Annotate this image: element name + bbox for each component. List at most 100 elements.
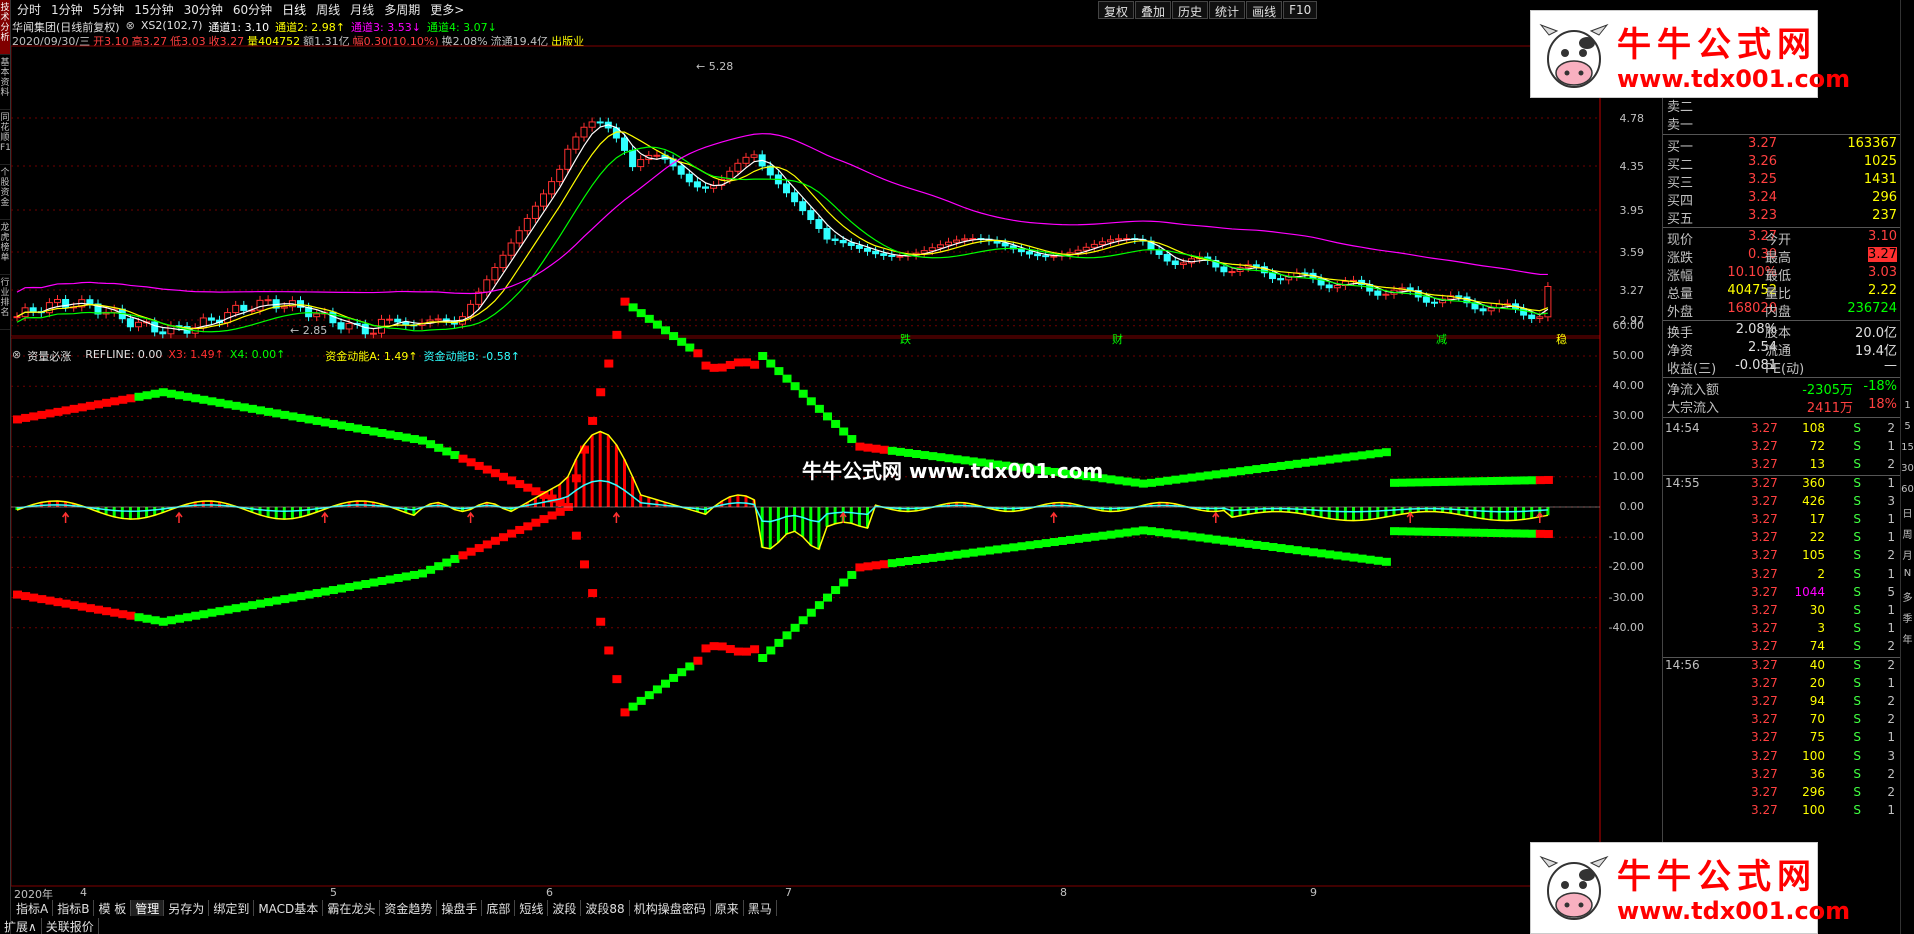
tick-count: 1 (1887, 730, 1895, 745)
watermark-title: 牛牛公式网 (1617, 857, 1817, 897)
indicator-tab-11[interactable]: 短线 (515, 900, 549, 916)
envelope-lower-block (1219, 536, 1229, 545)
tick-price: 3.27 (1751, 584, 1778, 599)
period-side-7[interactable]: 月 (1901, 547, 1914, 565)
envelope-lower-block (790, 623, 800, 632)
tick-volume: 40 (1809, 657, 1825, 672)
envelope-upper-block (806, 397, 816, 406)
period-side-0[interactable]: 1 (1901, 400, 1914, 418)
envelope-upper-block (69, 404, 79, 413)
indicator-tab-7[interactable]: 霸在龙头 (323, 900, 381, 916)
envelope-upper-block (1341, 453, 1351, 462)
extra-tab-1[interactable]: 关联报价 (42, 918, 99, 934)
tick-volume: 22 (1809, 530, 1825, 545)
candle-body (86, 299, 94, 305)
indicator-tab-3[interactable]: 管理 (131, 900, 165, 916)
period-side-3[interactable]: 30 (1901, 463, 1914, 481)
candle-body (961, 238, 969, 241)
envelope-lower-block (434, 562, 444, 571)
indicator-tab-12[interactable]: 波段 (548, 900, 582, 916)
envelope-lower-block (1025, 541, 1035, 550)
candle-body (734, 162, 742, 172)
left-tab-4[interactable]: 龙虎榜单 (0, 220, 10, 275)
indicator-tab-0[interactable]: 指标A (12, 900, 54, 916)
chart-canvas[interactable] (11, 0, 1661, 900)
left-tab-5[interactable]: 行业排名 (0, 275, 10, 330)
tick-price: 3.27 (1751, 694, 1778, 708)
quote-divider (1663, 377, 1901, 378)
stat-value: 2.22 (1868, 283, 1897, 298)
indicator-tab-16[interactable]: 黑马 (744, 900, 777, 916)
envelope-lower-block (831, 586, 841, 595)
candle-body (337, 322, 345, 330)
envelope-lower-block (976, 547, 986, 556)
envelope-upper-block (1203, 471, 1213, 480)
envelope-upper-block (256, 406, 265, 415)
indicator-tab-10[interactable]: 底部 (482, 900, 516, 916)
indicator-tab-9[interactable]: 操盘手 (437, 900, 483, 916)
indicator-tab-6[interactable]: MACD基本 (254, 900, 324, 916)
stat-value: 236724 (1847, 301, 1897, 316)
tick-price: 3.27 (1751, 421, 1778, 435)
candle-body (823, 227, 831, 240)
indicator-tab-5[interactable]: 绑定到 (209, 900, 255, 916)
period-side-6[interactable]: 周 (1901, 526, 1914, 544)
envelope-lower-block (37, 595, 47, 604)
envelope-lower-block (1446, 528, 1456, 537)
indicator-tab-15[interactable]: 原来 (711, 900, 744, 916)
left-tab-2[interactable]: 同花顺F10 (0, 110, 10, 165)
tick-volume: 17 (1809, 512, 1825, 526)
envelope-lower-block (126, 611, 136, 620)
envelope-lower-block (264, 598, 274, 607)
indicator-tab-2[interactable]: 模 板 (94, 900, 132, 916)
envelope-lower-block (61, 599, 71, 608)
period-side-4[interactable]: 60 (1901, 484, 1914, 502)
envelope-upper-block (604, 359, 614, 368)
indicator-tab-4[interactable]: 另存为 (164, 900, 210, 916)
period-side-1[interactable]: 5 (1901, 421, 1914, 439)
envelope-lower-block (904, 557, 913, 566)
right-side-bar: 1 5 15 30 60 日周月 N 多季年 (1900, 0, 1914, 934)
candle-body (1277, 278, 1285, 281)
candle-body (588, 121, 596, 128)
period-side-10[interactable]: 季 (1901, 610, 1914, 628)
tick-volume: 36 (1809, 766, 1825, 781)
candle-body (1544, 286, 1552, 318)
sub-tick-label: -40.00 (1608, 620, 1644, 634)
indicator-tab-1[interactable]: 指标B (53, 900, 95, 916)
envelope-lower-block (1122, 528, 1132, 537)
gear-icon[interactable]: ⊗ (12, 348, 21, 362)
left-tab-0[interactable]: 技术分析 (0, 0, 10, 55)
left-tab-1[interactable]: 基本资料 (0, 55, 10, 110)
envelope-lower-block (1106, 530, 1116, 539)
envelope-upper-block (401, 433, 411, 442)
indicator-tab-13[interactable]: 波段88 (581, 900, 630, 916)
envelope-lower-block (312, 589, 322, 598)
indicator-tab-8[interactable]: 资金趋势 (380, 900, 438, 916)
left-tab-3[interactable]: 个股资金 (0, 165, 10, 220)
period-side-8[interactable]: N (1901, 568, 1914, 586)
envelope-lower-block (1244, 539, 1254, 548)
period-side-2[interactable]: 15 (1901, 442, 1914, 460)
envelope-upper-block (110, 397, 120, 406)
envelope-upper-block (304, 415, 314, 424)
envelope-upper-block (377, 429, 387, 438)
stat-value: 20.0亿 (1855, 326, 1897, 341)
period-side-9[interactable]: 多 (1901, 589, 1914, 607)
envelope-lower-block (871, 561, 881, 570)
bid-price: 3.26 (1748, 154, 1777, 169)
envelope-lower-block (960, 549, 970, 558)
period-side-11[interactable]: 年 (1901, 631, 1914, 649)
sub-indicator-name[interactable]: 资量必涨 (27, 348, 71, 363)
sub-tick-label: 10.00 (1612, 469, 1645, 483)
envelope-lower-block (912, 556, 922, 565)
tick-volume: 426 (1802, 493, 1825, 508)
tick-volume: 75 (1809, 730, 1825, 745)
indicator-tab-14[interactable]: 机构操盘密码 (630, 900, 711, 916)
tick-side: S (1853, 730, 1861, 745)
ask-label: 卖二 (1667, 100, 1694, 115)
extra-tab-0[interactable]: 扩展∧ (0, 918, 42, 934)
period-side-5[interactable]: 日 (1901, 505, 1914, 523)
envelope-upper-block (750, 360, 760, 369)
tick-side: S (1853, 457, 1861, 472)
